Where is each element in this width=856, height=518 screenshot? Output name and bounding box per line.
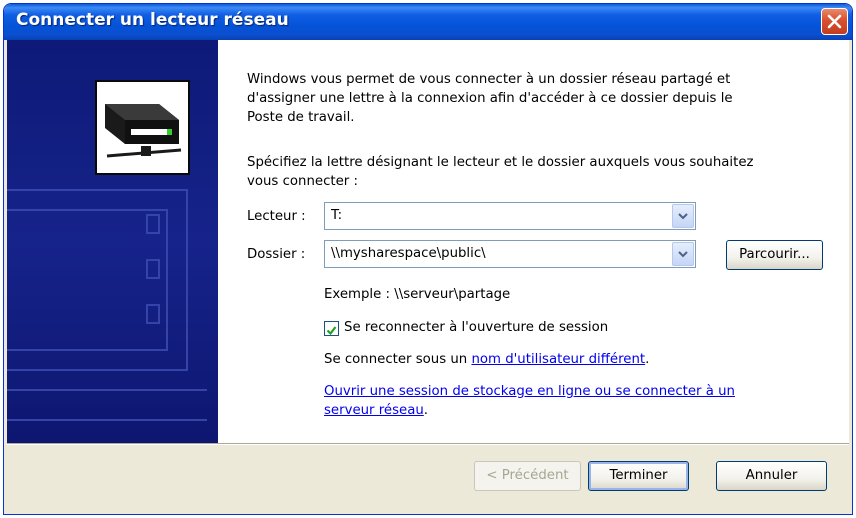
instruction-text: Spécifiez la lettre désignant le lecteur… [247, 153, 754, 191]
close-icon [827, 14, 842, 29]
intro-line-3: Poste de travail. [247, 110, 355, 125]
connect-as-text: Se connecter sous un nom d'utilisateur d… [324, 352, 649, 367]
reconnect-checkbox[interactable] [324, 321, 339, 336]
reconnect-label[interactable]: Se reconnecter à l'ouverture de session [344, 320, 608, 335]
folder-label: Dossier : [247, 247, 306, 262]
checkmark-icon [326, 326, 337, 336]
instruction-line-2: vous connecter : [247, 174, 358, 189]
instruction-line-1: Spécifiez la lettre désignant le lecteur… [247, 155, 754, 170]
network-drive-icon [95, 80, 190, 175]
drive-label: Lecteur : [247, 209, 306, 224]
online-storage-suffix: . [423, 403, 429, 418]
online-storage-text: Ouvrir une session de stockage en ligne … [324, 382, 735, 420]
browse-button[interactable]: Parcourir... [726, 240, 823, 270]
connect-as-prefix: Se connecter sous un [324, 352, 472, 367]
different-user-link[interactable]: nom d'utilisateur différent [471, 352, 645, 367]
finish-button[interactable]: Terminer [588, 461, 689, 491]
title-bar[interactable]: Connecter un lecteur réseau [4, 4, 852, 40]
close-button[interactable] [821, 8, 848, 35]
connect-as-suffix: . [645, 352, 650, 367]
folder-combobox[interactable]: \\mysharespace\public\ [324, 240, 696, 268]
intro-line-2: d'assigner une lettre à la connexion afi… [247, 91, 733, 106]
cancel-button[interactable]: Annuler [716, 461, 827, 491]
drive-value: T: [331, 208, 343, 223]
folder-value[interactable]: \\mysharespace\public\ [331, 246, 486, 261]
online-storage-link-line-1[interactable]: Ouvrir une session de stockage en ligne … [324, 384, 735, 399]
chevron-down-icon [678, 251, 688, 258]
online-storage-link-line-2[interactable]: serveur réseau [324, 403, 424, 418]
intro-text: Windows vous permet de vous connecter à … [247, 70, 733, 127]
chevron-down-icon [678, 213, 688, 220]
drive-select[interactable]: T: [324, 202, 696, 230]
back-button[interactable]: < Précédent [474, 461, 581, 491]
drive-dropdown-button[interactable] [672, 204, 694, 228]
wizard-sidebar [7, 40, 218, 443]
wizard-content: Windows vous permet de vous connecter à … [218, 40, 849, 443]
footer-divider [7, 443, 849, 445]
window-title: Connecter un lecteur réseau [16, 10, 289, 30]
dialog-body: Windows vous permet de vous connecter à … [7, 40, 849, 443]
folder-dropdown-button[interactable] [672, 242, 694, 266]
example-text: Exemple : \\serveur\partage [324, 287, 511, 302]
intro-line-1: Windows vous permet de vous connecter à … [247, 72, 731, 87]
map-network-drive-dialog: Connecter un lecteur réseau Windows vous… [3, 3, 853, 515]
